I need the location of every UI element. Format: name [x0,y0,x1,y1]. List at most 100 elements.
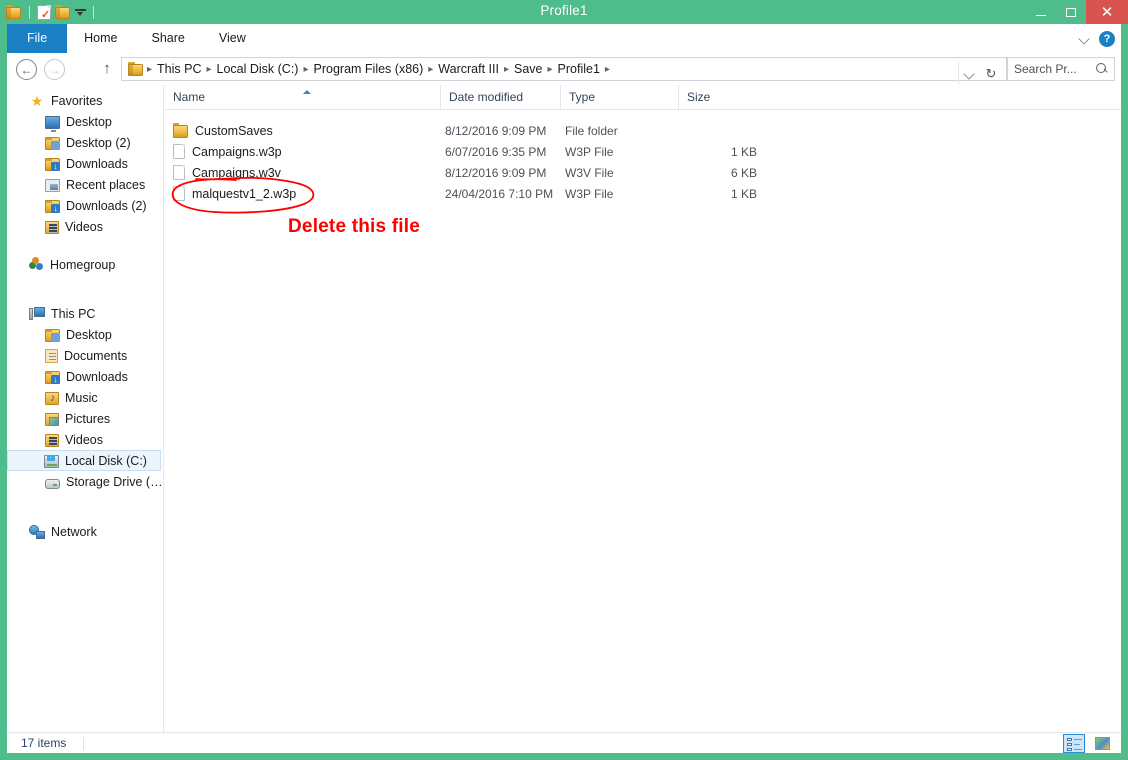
file-name-text: Campaigns.w3v [192,165,281,180]
sidebar-item-fav-videos[interactable]: Videos [7,216,163,237]
sidebar-label-network: Network [51,524,97,539]
tab-share[interactable]: Share [135,24,202,53]
videos-folder-icon [45,434,59,447]
close-button[interactable]: ✕ [1086,0,1128,24]
column-header-type[interactable]: Type [560,85,678,110]
minimize-button[interactable] [1026,0,1056,24]
breadcrumb-item-profile1[interactable]: Profile1 [554,62,604,76]
breadcrumb-separator-3: ▸ [428,63,434,75]
local-disk-icon [44,455,59,468]
tab-home[interactable]: Home [67,24,134,53]
file-date-cell: 6/07/2016 9:35 PM [445,144,547,159]
ribbon-tabs: File Home Share View [7,24,263,53]
breadcrumb-separator-5: ▸ [547,63,553,75]
file-icon [173,165,185,180]
sidebar-item-local-disk-c[interactable]: Local Disk (C:) [7,450,161,471]
column-header-size[interactable]: Size [678,85,757,110]
folder-icon [173,125,188,138]
refresh-button[interactable]: ↻ [980,62,1002,86]
breadcrumb-separator-6: ▸ [604,63,610,75]
sidebar-gap-3 [7,492,163,521]
tab-file[interactable]: File [7,24,68,53]
maximize-button[interactable] [1056,0,1086,24]
explorer-window: ✓ Profile1 ✕ File Home Share View ? ← → … [0,0,1128,760]
sidebar-item-recent-places[interactable]: Recent places [7,174,163,195]
column-header-date-modified[interactable]: Date modified [440,85,560,110]
table-row[interactable]: CustomSaves 8/12/2016 9:09 PM File folde… [165,120,1121,141]
sidebar-label-pc-downloads: Downloads [66,369,128,384]
sidebar-label-fav-downloads: Downloads [66,156,128,171]
file-type-cell: W3P File [565,144,614,159]
sidebar-label-pc-desktop: Desktop [66,327,112,342]
address-dropdown-chevron-down-icon[interactable] [958,62,980,86]
sidebar-item-pc-downloads[interactable]: ↓ Downloads [7,366,163,387]
sidebar-item-pc-desktop[interactable]: Desktop [7,324,163,345]
sidebar-label-favorites: Favorites [51,93,103,108]
breadcrumb-item-save[interactable]: Save [510,62,547,76]
sidebar-item-pc-documents[interactable]: Documents [7,345,163,366]
breadcrumb[interactable]: ▸ This PC ▸ Local Disk (C:) ▸ Program Fi… [121,57,1007,86]
up-button[interactable]: ↑ [99,61,115,78]
details-view-icon [1066,737,1082,751]
large-icons-view-button[interactable] [1091,734,1113,753]
sidebar-item-fav-downloads-2[interactable]: ↓ Downloads (2) [7,195,163,216]
file-name-cell[interactable]: Campaigns.w3p [173,144,282,159]
videos-folder-icon [45,221,59,234]
table-row[interactable]: Campaigns.w3v 8/12/2016 9:09 PM W3V File… [165,162,1121,183]
desktop-folder-icon [45,329,60,342]
title-bar: ✓ Profile1 ✕ [0,0,1128,24]
homegroup-icon [29,257,44,272]
sidebar-item-fav-downloads[interactable]: ↓ Downloads [7,153,163,174]
file-icon [173,144,185,159]
sidebar-item-fav-desktop[interactable]: Desktop [7,111,163,132]
sidebar-label-storage-drive-t: Storage Drive (T:) [66,474,163,489]
breadcrumb-item-this-pc[interactable]: This PC [153,62,205,76]
back-button[interactable]: ← [16,59,37,80]
table-row[interactable]: malquestv1_2.w3p 24/04/2016 7:10 PM W3P … [165,183,1121,204]
tab-view[interactable]: View [202,24,263,53]
sidebar-item-storage-drive-t[interactable]: Storage Drive (T:) [7,471,163,492]
help-icon[interactable]: ? [1099,30,1115,47]
sidebar-item-homegroup[interactable]: Homegroup [7,254,163,275]
expand-ribbon-chevron-down-icon[interactable] [1080,34,1090,44]
downloads-folder-icon: ↓ [45,158,60,171]
forward-button[interactable]: → [44,59,65,80]
sidebar-label-fav-videos: Videos [65,219,103,234]
sidebar-item-pc-music[interactable]: Music [7,387,163,408]
file-list-view[interactable]: Name Date modified Type Size CustomSaves… [165,85,1121,732]
sidebar-label-recent-places: Recent places [66,177,146,192]
breadcrumb-item-warcraft-iii[interactable]: Warcraft III [434,62,503,76]
file-name-cell[interactable]: CustomSaves [173,123,273,138]
search-input[interactable]: Search Pr... [1007,57,1115,81]
sidebar-item-pc-videos[interactable]: Videos [7,429,163,450]
file-size-cell: 1 KB [730,144,757,159]
sidebar-item-favorites[interactable]: ★ Favorites [7,90,163,111]
file-type-cell: File folder [565,123,618,138]
sidebar-item-network[interactable]: Network [7,521,163,542]
file-date-cell: 24/04/2016 7:10 PM [445,186,554,201]
breadcrumb-item-local-disk-c[interactable]: Local Disk (C:) [213,62,303,76]
file-type-cell: W3P File [565,186,614,201]
file-name-cell[interactable]: malquestv1_2.w3p [173,186,296,201]
column-header-name[interactable]: Name [165,85,447,110]
sidebar-label-pc-music: Music [65,390,98,405]
breadcrumb-separator-2: ▸ [303,63,309,75]
sidebar-label-fav-desktop: Desktop [66,114,112,129]
content-area: ★ Favorites Desktop Desktop (2) ↓ Downlo… [7,85,1121,732]
sidebar-item-fav-desktop-2[interactable]: Desktop (2) [7,132,163,153]
breadcrumb-item-program-files-x86[interactable]: Program Files (x86) [310,62,428,76]
window-controls: ✕ [1026,0,1128,24]
sidebar-item-this-pc[interactable]: This PC [7,303,163,324]
table-row[interactable]: Campaigns.w3p 6/07/2016 9:35 PM W3P File… [165,141,1121,162]
sidebar-item-pc-pictures[interactable]: Pictures [7,408,163,429]
desktop-folder-icon [45,137,60,150]
sidebar-label-pc-videos: Videos [65,432,103,447]
window-title: Profile1 [540,3,588,18]
ribbon-right-controls: ? [1080,24,1115,53]
file-name-cell[interactable]: Campaigns.w3v [173,165,281,180]
details-view-button[interactable] [1063,734,1085,753]
search-icon[interactable] [1096,63,1108,75]
navigation-pane[interactable]: ★ Favorites Desktop Desktop (2) ↓ Downlo… [7,85,164,732]
file-name-text: Campaigns.w3p [192,144,282,159]
recent-locations-chevron-down-icon[interactable] [73,64,84,75]
